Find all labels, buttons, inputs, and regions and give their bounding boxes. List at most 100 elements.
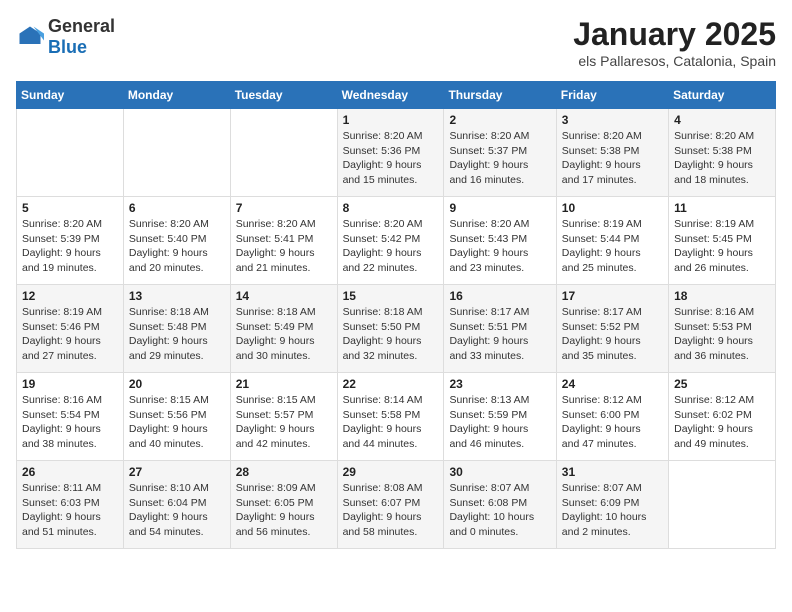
- weekday-header: Monday: [123, 82, 230, 109]
- day-number: 30: [449, 465, 550, 479]
- calendar-cell: 22Sunrise: 8:14 AM Sunset: 5:58 PM Dayli…: [337, 373, 444, 461]
- month-title: January 2025: [573, 16, 776, 53]
- calendar-cell: 28 Sunrise: 8:09 AM Sunset: 6:05 PM Dayli…: [230, 461, 337, 549]
- day-number: 6: [129, 201, 225, 215]
- calendar-cell: 17 Sunrise: 8:17 AM Sunset: 5:52 PM Dayli…: [556, 285, 668, 373]
- calendar-week-row: 26 Sunrise: 8:11 AM Sunset: 6:03 PM Dayli…: [17, 461, 776, 549]
- day-info: Sunrise: 8:13 AM Sunset: 5:59 PM Dayligh…: [449, 393, 550, 452]
- calendar-cell: 3Sunrise: 8:20 AM Sunset: 5:38 PM Daylig…: [556, 109, 668, 197]
- day-number: 17: [562, 289, 663, 303]
- weekday-header: Thursday: [444, 82, 556, 109]
- day-info: Sunrise: 8:07 AM Sunset: 6:08 PM Dayligh…: [449, 481, 550, 540]
- calendar-cell: 5 Sunrise: 8:20 AM Sunset: 5:39 PM Daylig…: [17, 197, 124, 285]
- day-number: 21: [236, 377, 332, 391]
- logo: General Blue: [16, 16, 115, 58]
- day-info: Sunrise: 8:17 AM Sunset: 5:52 PM Dayligh…: [562, 305, 663, 364]
- day-number: 20: [129, 377, 225, 391]
- day-info: Sunrise: 8:20 AM Sunset: 5:38 PM Dayligh…: [674, 129, 770, 188]
- day-number: 19: [22, 377, 118, 391]
- weekday-header: Wednesday: [337, 82, 444, 109]
- day-number: 23: [449, 377, 550, 391]
- calendar-cell: 24Sunrise: 8:12 AM Sunset: 6:00 PM Dayli…: [556, 373, 668, 461]
- calendar-cell: 14 Sunrise: 8:18 AM Sunset: 5:49 PM Dayli…: [230, 285, 337, 373]
- day-info: Sunrise: 8:15 AM Sunset: 5:57 PM Dayligh…: [236, 393, 332, 452]
- calendar-cell: 21 Sunrise: 8:15 AM Sunset: 5:57 PM Dayli…: [230, 373, 337, 461]
- day-number: 26: [22, 465, 118, 479]
- day-number: 18: [674, 289, 770, 303]
- day-number: 5: [22, 201, 118, 215]
- day-info: Sunrise: 8:16 AM Sunset: 5:54 PM Dayligh…: [22, 393, 118, 452]
- calendar-cell: 30 Sunrise: 8:07 AM Sunset: 6:08 PM Dayli…: [444, 461, 556, 549]
- day-info: Sunrise: 8:20 AM Sunset: 5:39 PM Dayligh…: [22, 217, 118, 276]
- calendar-cell: 2 Sunrise: 8:20 AM Sunset: 5:37 PM Daylig…: [444, 109, 556, 197]
- weekday-header: Tuesday: [230, 82, 337, 109]
- day-info: Sunrise: 8:18 AM Sunset: 5:50 PM Dayligh…: [343, 305, 439, 364]
- calendar-cell: 4 Sunrise: 8:20 AM Sunset: 5:38 PM Daylig…: [669, 109, 776, 197]
- day-info: Sunrise: 8:08 AM Sunset: 6:07 PM Dayligh…: [343, 481, 439, 540]
- calendar-cell: 13Sunrise: 8:18 AM Sunset: 5:48 PM Dayli…: [123, 285, 230, 373]
- day-number: 27: [129, 465, 225, 479]
- calendar-cell: 15 Sunrise: 8:18 AM Sunset: 5:50 PM Dayli…: [337, 285, 444, 373]
- calendar-week-row: 1Sunrise: 8:20 AM Sunset: 5:36 PM Daylig…: [17, 109, 776, 197]
- day-number: 2: [449, 113, 550, 127]
- day-number: 14: [236, 289, 332, 303]
- day-info: Sunrise: 8:20 AM Sunset: 5:37 PM Dayligh…: [449, 129, 550, 188]
- location-subtitle: els Pallaresos, Catalonia, Spain: [573, 53, 776, 69]
- day-info: Sunrise: 8:20 AM Sunset: 5:43 PM Dayligh…: [449, 217, 550, 276]
- calendar-cell: 11 Sunrise: 8:19 AM Sunset: 5:45 PM Dayli…: [669, 197, 776, 285]
- calendar-cell: 6 Sunrise: 8:20 AM Sunset: 5:40 PM Daylig…: [123, 197, 230, 285]
- day-info: Sunrise: 8:12 AM Sunset: 6:00 PM Dayligh…: [562, 393, 663, 452]
- day-info: Sunrise: 8:15 AM Sunset: 5:56 PM Dayligh…: [129, 393, 225, 452]
- page-header: General Blue January 2025 els Pallaresos…: [16, 16, 776, 69]
- weekday-header: Sunday: [17, 82, 124, 109]
- day-info: Sunrise: 8:18 AM Sunset: 5:49 PM Dayligh…: [236, 305, 332, 364]
- weekday-header-row: SundayMondayTuesdayWednesdayThursdayFrid…: [17, 82, 776, 109]
- day-number: 15: [343, 289, 439, 303]
- day-info: Sunrise: 8:07 AM Sunset: 6:09 PM Dayligh…: [562, 481, 663, 540]
- calendar-cell: [230, 109, 337, 197]
- calendar-week-row: 12 Sunrise: 8:19 AM Sunset: 5:46 PM Dayli…: [17, 285, 776, 373]
- day-info: Sunrise: 8:19 AM Sunset: 5:46 PM Dayligh…: [22, 305, 118, 364]
- calendar-cell: 20 Sunrise: 8:15 AM Sunset: 5:56 PM Dayli…: [123, 373, 230, 461]
- day-info: Sunrise: 8:18 AM Sunset: 5:48 PM Dayligh…: [129, 305, 225, 364]
- calendar-cell: 31 Sunrise: 8:07 AM Sunset: 6:09 PM Dayli…: [556, 461, 668, 549]
- calendar-cell: 25 Sunrise: 8:12 AM Sunset: 6:02 PM Dayli…: [669, 373, 776, 461]
- day-number: 22: [343, 377, 439, 391]
- day-number: 11: [674, 201, 770, 215]
- day-info: Sunrise: 8:11 AM Sunset: 6:03 PM Dayligh…: [22, 481, 118, 540]
- logo-general-text: General: [48, 16, 115, 36]
- calendar-week-row: 5 Sunrise: 8:20 AM Sunset: 5:39 PM Daylig…: [17, 197, 776, 285]
- calendar-cell: [123, 109, 230, 197]
- day-info: Sunrise: 8:20 AM Sunset: 5:38 PM Dayligh…: [562, 129, 663, 188]
- day-number: 28: [236, 465, 332, 479]
- calendar-cell: 1Sunrise: 8:20 AM Sunset: 5:36 PM Daylig…: [337, 109, 444, 197]
- day-number: 10: [562, 201, 663, 215]
- logo-blue-text: Blue: [48, 37, 87, 57]
- calendar-cell: 12 Sunrise: 8:19 AM Sunset: 5:46 PM Dayli…: [17, 285, 124, 373]
- calendar-cell: 8Sunrise: 8:20 AM Sunset: 5:42 PM Daylig…: [337, 197, 444, 285]
- day-info: Sunrise: 8:09 AM Sunset: 6:05 PM Dayligh…: [236, 481, 332, 540]
- day-number: 8: [343, 201, 439, 215]
- calendar-cell: 19 Sunrise: 8:16 AM Sunset: 5:54 PM Dayli…: [17, 373, 124, 461]
- day-number: 16: [449, 289, 550, 303]
- day-number: 9: [449, 201, 550, 215]
- day-info: Sunrise: 8:17 AM Sunset: 5:51 PM Dayligh…: [449, 305, 550, 364]
- logo-icon: [16, 23, 44, 51]
- day-info: Sunrise: 8:10 AM Sunset: 6:04 PM Dayligh…: [129, 481, 225, 540]
- calendar-cell: 18Sunrise: 8:16 AM Sunset: 5:53 PM Dayli…: [669, 285, 776, 373]
- day-number: 31: [562, 465, 663, 479]
- calendar-cell: 23 Sunrise: 8:13 AM Sunset: 5:59 PM Dayli…: [444, 373, 556, 461]
- day-info: Sunrise: 8:19 AM Sunset: 5:45 PM Dayligh…: [674, 217, 770, 276]
- day-number: 12: [22, 289, 118, 303]
- calendar-table: SundayMondayTuesdayWednesdayThursdayFrid…: [16, 81, 776, 549]
- day-info: Sunrise: 8:19 AM Sunset: 5:44 PM Dayligh…: [562, 217, 663, 276]
- calendar-cell: 26 Sunrise: 8:11 AM Sunset: 6:03 PM Dayli…: [17, 461, 124, 549]
- day-number: 29: [343, 465, 439, 479]
- calendar-cell: 9 Sunrise: 8:20 AM Sunset: 5:43 PM Daylig…: [444, 197, 556, 285]
- day-number: 25: [674, 377, 770, 391]
- calendar-cell: 29 Sunrise: 8:08 AM Sunset: 6:07 PM Dayli…: [337, 461, 444, 549]
- day-info: Sunrise: 8:12 AM Sunset: 6:02 PM Dayligh…: [674, 393, 770, 452]
- day-number: 4: [674, 113, 770, 127]
- day-info: Sunrise: 8:20 AM Sunset: 5:40 PM Dayligh…: [129, 217, 225, 276]
- title-section: January 2025 els Pallaresos, Catalonia, …: [573, 16, 776, 69]
